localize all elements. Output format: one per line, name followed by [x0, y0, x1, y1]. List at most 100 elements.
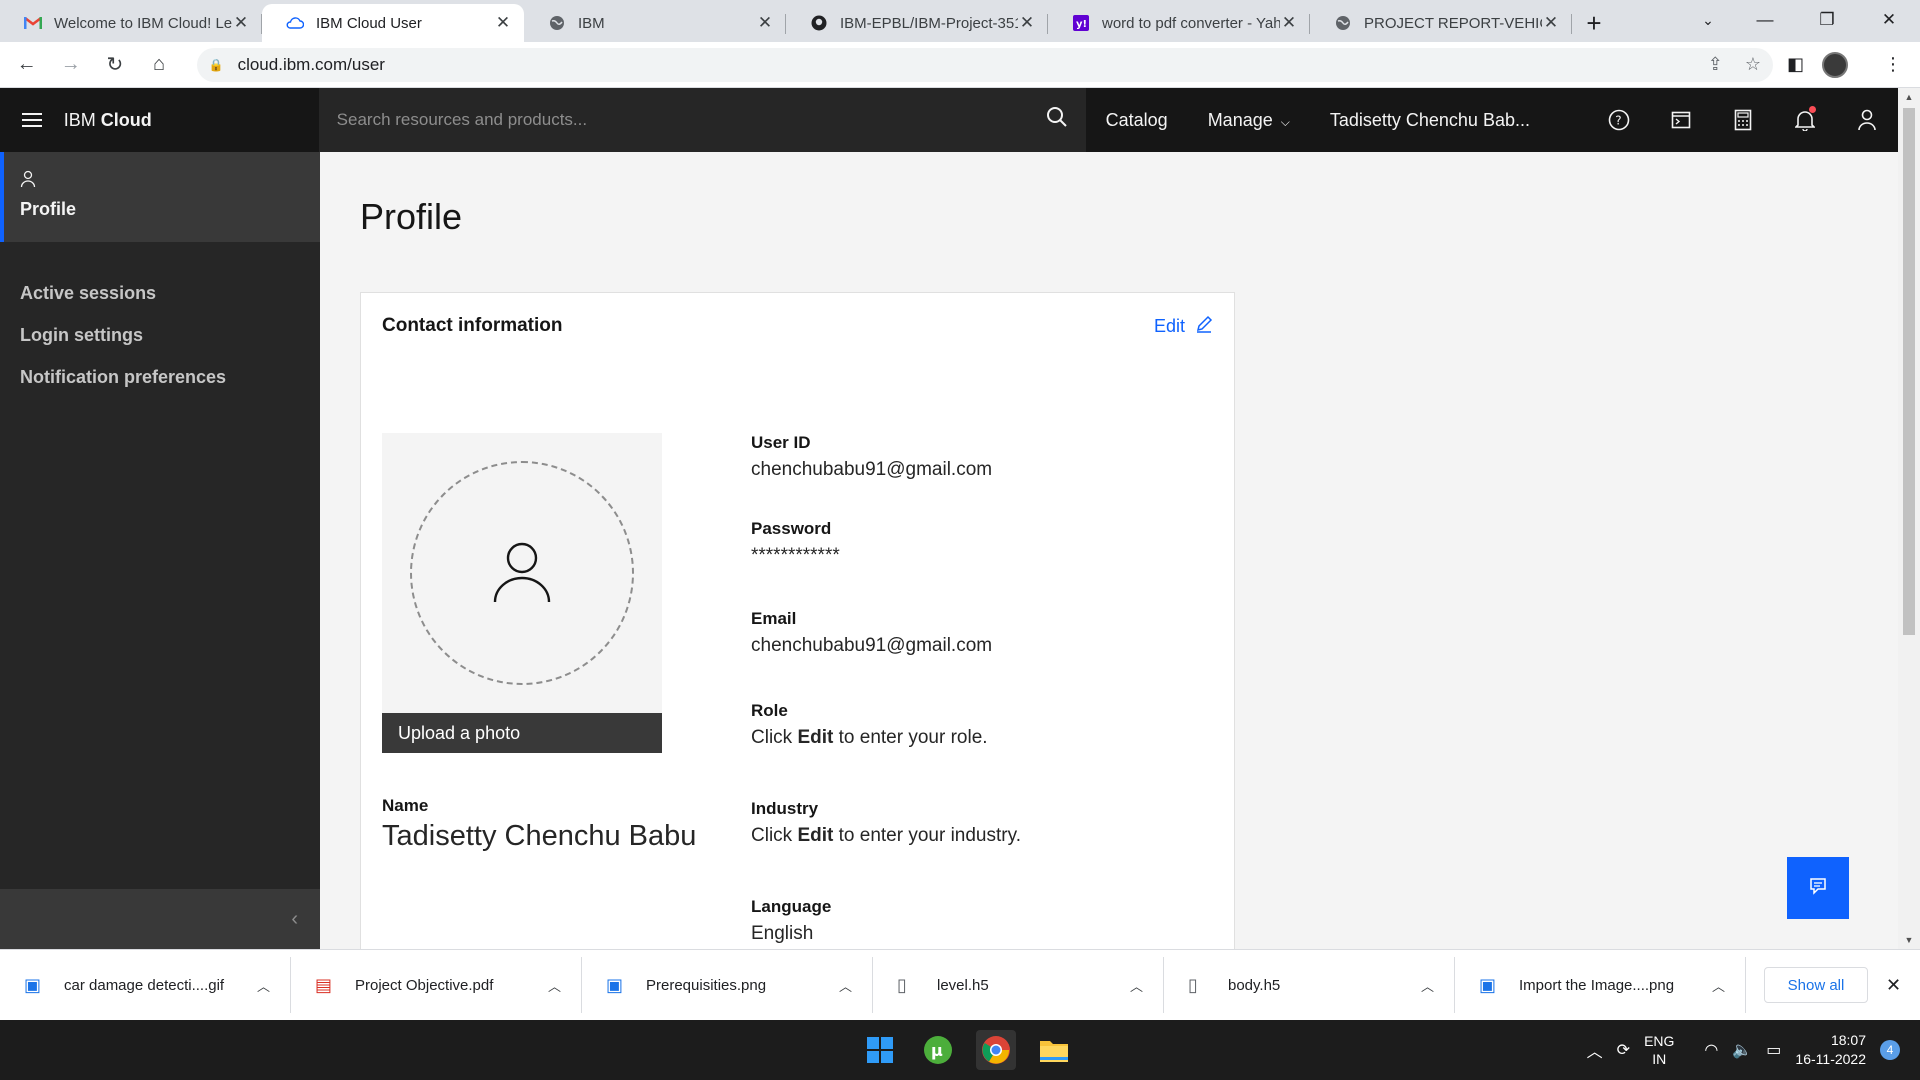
globe-icon [548, 14, 566, 32]
download-item[interactable]: ▣ car damage detecti....gif ︿ [0, 957, 291, 1013]
close-tab-icon[interactable]: ✕ [494, 13, 512, 33]
close-tab-icon[interactable]: ✕ [1542, 13, 1560, 33]
region-code: IN [1652, 1051, 1667, 1067]
show-all-button[interactable]: Show all [1764, 967, 1868, 1003]
utorrent-icon[interactable]: µ [918, 1030, 958, 1070]
close-tab-icon[interactable]: ✕ [756, 13, 774, 33]
language-code: ENG [1644, 1033, 1675, 1049]
hamburger-menu-icon[interactable] [0, 88, 64, 152]
download-item[interactable]: ▣ Import the Image....png ︿ [1455, 957, 1746, 1013]
name-label: Name [382, 796, 429, 815]
clock[interactable]: 18:07 16-11-2022 [1795, 1031, 1866, 1069]
download-item[interactable]: ▯ body.h5 ︿ [1164, 957, 1455, 1013]
language-field: Language English [751, 897, 1191, 945]
tab-search-icon[interactable]: ⌄ [1688, 0, 1728, 40]
back-icon[interactable]: ← [9, 47, 44, 83]
download-item[interactable]: ▯ level.h5 ︿ [873, 957, 1164, 1013]
sidebar-item-login-settings[interactable]: Login settings [0, 314, 320, 356]
side-panel-icon[interactable]: ◧ [1787, 54, 1804, 75]
search-icon[interactable] [1046, 106, 1068, 134]
wifi-icon[interactable]: ◠ [1704, 1040, 1718, 1060]
chrome-icon[interactable] [976, 1030, 1016, 1070]
share-icon[interactable]: ⇪ [1708, 54, 1723, 75]
catalog-link[interactable]: Catalog [1086, 110, 1188, 131]
collapse-sidebar-button[interactable]: ‹ [0, 889, 320, 949]
manage-menu[interactable]: Manage ⌵ [1188, 110, 1310, 131]
chevron-up-icon[interactable]: ︿ [1587, 1038, 1603, 1062]
volume-icon[interactable]: 🔈 [1732, 1040, 1752, 1060]
restore-icon[interactable]: ❐ [1796, 0, 1858, 40]
browser-menu-icon[interactable]: ⋮ [1884, 54, 1902, 75]
svg-text:µ: µ [931, 1041, 943, 1060]
scroll-up-icon[interactable]: ▲ [1898, 88, 1920, 106]
chevron-left-icon: ‹ [291, 907, 298, 930]
notification-dot [1808, 106, 1816, 113]
chevron-up-icon[interactable]: ︿ [548, 976, 561, 995]
sidebar-item-notification-preferences[interactable]: Notification preferences [0, 356, 320, 398]
contact-information-card: Contact information Edit Upload a photo … [360, 292, 1235, 949]
windows-start-icon[interactable] [860, 1030, 900, 1070]
browser-tab[interactable]: IBM-EPBL/IBM-Project-3515 ✕ [786, 4, 1048, 42]
close-tab-icon[interactable]: ✕ [1280, 13, 1298, 33]
notification-badge[interactable]: 4 [1880, 1040, 1900, 1060]
upload-photo-button[interactable]: Upload a photo [382, 713, 662, 753]
account-switcher[interactable]: Tadisetty Chenchu Bab... [1310, 110, 1550, 131]
search-bar [318, 88, 1086, 152]
chevron-up-icon[interactable]: ︿ [257, 976, 270, 995]
cost-estimator-icon[interactable] [1712, 88, 1774, 152]
browser-tab[interactable]: IBM ✕ [524, 4, 786, 42]
chevron-up-icon[interactable]: ︿ [839, 976, 852, 995]
page-scrollbar[interactable]: ▲ ▼ [1898, 88, 1920, 949]
industry-text-pre: Click [751, 825, 798, 846]
chat-button[interactable] [1787, 857, 1849, 919]
download-name: Prerequisities.png [646, 976, 767, 994]
download-name: level.h5 [937, 976, 989, 994]
close-downloads-icon[interactable]: ✕ [1886, 975, 1901, 996]
sync-icon[interactable]: ⟳ [1617, 1040, 1630, 1060]
close-tab-icon[interactable]: ✕ [232, 13, 250, 33]
browser-tab[interactable]: y! word to pdf converter - Yah ✕ [1048, 4, 1310, 42]
user-silhouette-icon [489, 538, 555, 609]
chevron-up-icon[interactable]: ︿ [1712, 976, 1725, 995]
chevron-up-icon[interactable]: ︿ [1130, 976, 1143, 995]
forward-icon[interactable]: → [53, 47, 88, 83]
ibm-cloud-logo[interactable]: IBM Cloud [64, 110, 319, 131]
profile-avatar[interactable] [1822, 51, 1849, 78]
email-value: chenchubabu91@gmail.com [751, 635, 993, 656]
reload-icon[interactable]: ↻ [97, 47, 132, 83]
sidebar-item-profile[interactable]: Profile [0, 152, 320, 242]
cloud-shell-icon[interactable] [1650, 88, 1712, 152]
search-input[interactable] [336, 110, 1046, 130]
notifications-icon[interactable] [1774, 88, 1836, 152]
sidebar-item-active-sessions[interactable]: Active sessions [0, 272, 320, 314]
industry-text-post: to enter your industry. [833, 825, 1021, 846]
language-label: Language [751, 897, 832, 916]
download-item[interactable]: ▤ Project Objective.pdf ︿ [291, 957, 582, 1013]
lock-icon[interactable]: 🔒 [209, 58, 224, 72]
minimize-icon[interactable]: — [1734, 0, 1796, 40]
scroll-down-icon[interactable]: ▼ [1898, 931, 1920, 949]
browser-tab[interactable]: PROJECT REPORT-VEHICLE ✕ [1310, 4, 1572, 42]
battery-icon[interactable]: ▭ [1766, 1040, 1781, 1060]
file-explorer-icon[interactable] [1034, 1030, 1074, 1070]
chevron-up-icon[interactable]: ︿ [1421, 976, 1434, 995]
github-icon [810, 14, 828, 32]
help-icon[interactable]: ? [1588, 88, 1650, 152]
bookmark-star-icon[interactable]: ☆ [1745, 54, 1761, 75]
language-indicator[interactable]: ENG IN [1644, 1032, 1674, 1068]
file-icon: ▯ [1188, 974, 1198, 995]
close-tab-icon[interactable]: ✕ [1018, 13, 1036, 33]
scrollbar-thumb[interactable] [1903, 108, 1915, 635]
browser-tab[interactable]: Welcome to IBM Cloud! Let ✕ [0, 4, 262, 42]
role-text-post: to enter your role. [833, 727, 988, 748]
close-window-icon[interactable]: ✕ [1858, 0, 1920, 40]
new-tab-button[interactable]: + [1572, 4, 1616, 42]
download-item[interactable]: ▣ Prerequisities.png ︿ [582, 957, 873, 1013]
user-avatar-icon[interactable] [1836, 88, 1898, 152]
browser-tab-active[interactable]: IBM Cloud User ✕ [262, 4, 524, 42]
edit-button[interactable]: Edit [1154, 315, 1213, 338]
url-field[interactable]: 🔒 cloud.ibm.com/user ⇪ ☆ [196, 47, 1774, 82]
password-value: ************ [751, 545, 840, 566]
browser-tabstrip: Welcome to IBM Cloud! Let ✕ IBM Cloud Us… [0, 0, 1920, 42]
home-icon[interactable]: ⌂ [141, 47, 176, 83]
